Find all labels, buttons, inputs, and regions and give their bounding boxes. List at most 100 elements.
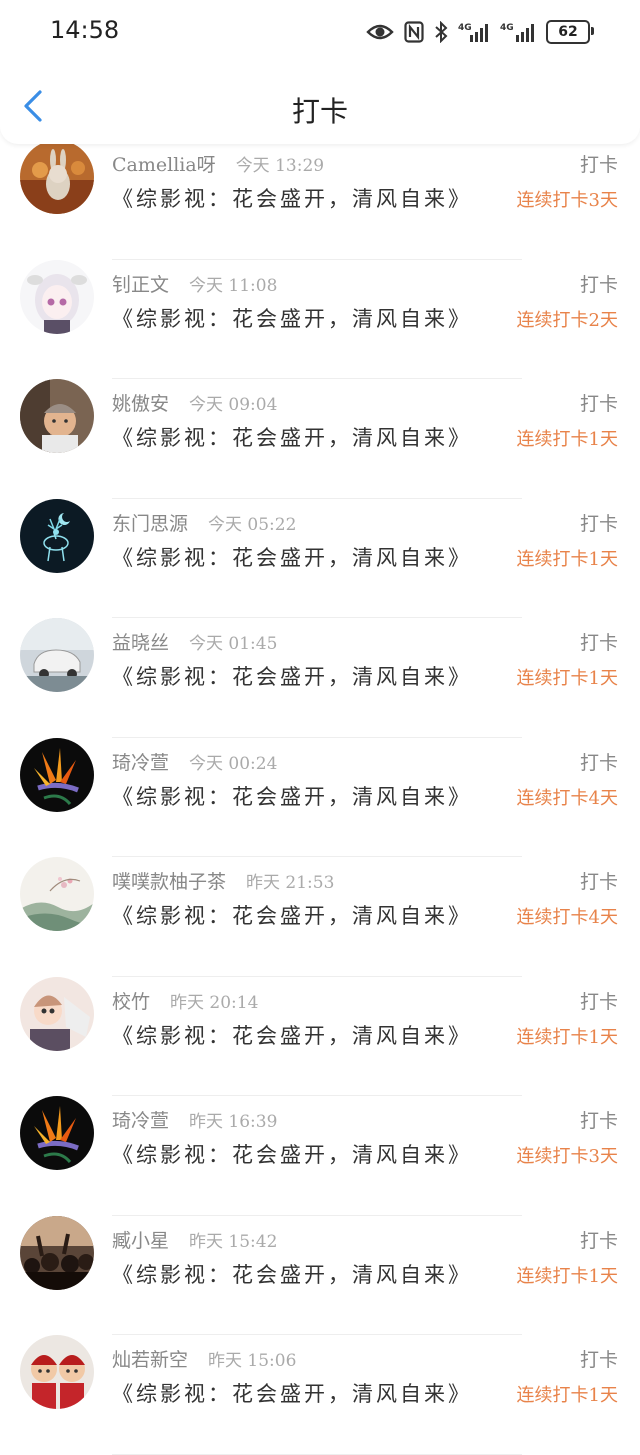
checkin-row[interactable]: 琦冷萱 昨天 16:39 《综影视：花会盛开，清风自来》 打卡 连续打卡3天 [0,1096,640,1216]
svg-text:4G: 4G [500,23,514,33]
bird-of-paradise-avatar[interactable] [20,737,94,812]
svg-text:4G: 4G [458,23,472,33]
checkin-label: 打卡 [579,1229,618,1252]
checkin-row[interactable]: 灿若新空 昨天 15:06 《综影视：花会盛开，清风自来》 打卡 连续打卡1天 [0,1335,640,1455]
streak-count: 连续打卡4天 [516,787,618,809]
checkin-time: 今天 01:45 [189,634,278,654]
checkin-time: 昨天 21:53 [246,873,335,893]
signal-4g-icon: 4G [458,21,490,43]
checkin-label: 打卡 [579,871,618,893]
bird-of-paradise-avatar[interactable] [20,1096,94,1170]
user-line: 臧小星 昨天 15:42 [112,1226,277,1253]
checkin-label: 打卡 [579,632,618,654]
book-title[interactable]: 《综影视：花会盛开，清风自来》 [112,1139,472,1169]
user-name[interactable]: 东门思源 [112,509,188,536]
checkin-label: 打卡 [579,273,618,296]
checkin-row[interactable]: Camellia呀 今天 13:29 《综影视：花会盛开，清风自来》 打卡 连续… [0,140,640,260]
book-title[interactable]: 《综影视：花会盛开，清风自来》 [112,542,472,572]
user-name[interactable]: 钊正文 [112,270,169,297]
checkin-row[interactable]: 琦冷萱 今天 00:24 《综影视：花会盛开，清风自来》 打卡 连续打卡4天 [0,737,640,858]
signal-4g-icon: 4G [500,21,536,43]
ink-painting-avatar[interactable] [20,857,94,931]
user-name[interactable]: 琦冷萱 [112,1106,169,1133]
book-title[interactable]: 《综影视：花会盛开，清风自来》 [112,1378,472,1408]
checkin-row[interactable]: 益晓丝 今天 01:45 《综影视：花会盛开，清风自来》 打卡 连续打卡1天 [0,618,640,738]
book-title[interactable]: 《综影视：花会盛开，清风自来》 [112,183,472,213]
streak-count: 连续打卡1天 [516,668,618,689]
user-name[interactable]: 噗噗款柚子茶 [112,867,226,894]
eye-icon [366,22,394,42]
status-icons: 4G 4G 62 [366,18,594,46]
anime-girl-avatar[interactable] [20,259,94,334]
status-bar: 14:58 4G 4G 62 [0,0,640,62]
streak-count: 连续打卡1天 [516,429,618,450]
battery-indicator: 62 [546,20,594,44]
dolls-avatar[interactable] [20,1335,94,1409]
checkin-row[interactable]: 校竹 昨天 20:14 《综影视：花会盛开，清风自来》 打卡 连续打卡1天 [0,976,640,1097]
book-title[interactable]: 《综影视：花会盛开，清风自来》 [112,1259,472,1289]
user-name[interactable]: 姚傲安 [112,389,169,416]
checkin-row[interactable]: 东门思源 今天 05:22 《综影视：花会盛开，清风自来》 打卡 连续打卡1天 [0,498,640,619]
streak-count: 连续打卡2天 [516,309,618,331]
user-line: 益晓丝 今天 01:45 [112,628,277,655]
user-line: 东门思源 今天 05:22 [112,509,296,536]
streak-count: 连续打卡1天 [516,1026,618,1048]
user-name[interactable]: 校竹 [112,987,150,1014]
checkin-time: 昨天 15:42 [189,1231,278,1252]
checkin-time: 昨天 16:39 [189,1112,278,1132]
streak-count: 连续打卡4天 [516,907,618,928]
user-line: 校竹 昨天 20:14 [112,987,258,1014]
user-name[interactable]: 灿若新空 [112,1345,188,1372]
user-name[interactable]: 益晓丝 [112,628,169,655]
user-line: 灿若新空 昨天 15:06 [112,1345,296,1372]
page-title: 打卡 [291,95,348,128]
anime-characters-avatar[interactable] [20,976,94,1051]
streak-count: 连续打卡1天 [516,1265,618,1287]
rabbit-figure-avatar[interactable] [20,140,94,214]
checkin-label: 打卡 [579,990,618,1013]
bluetooth-icon [434,21,448,43]
checkin-time: 今天 05:22 [208,514,297,535]
checkin-row[interactable]: 臧小星 昨天 15:42 《综影视：花会盛开，清风自来》 打卡 连续打卡1天 [0,1215,640,1336]
user-line: 钊正文 今天 11:08 [112,270,277,297]
checkin-label: 打卡 [579,1110,618,1132]
concert-crowd-avatar[interactable] [20,1215,94,1290]
checkin-row[interactable]: 噗噗款柚子茶 昨天 21:53 《综影视：花会盛开，清风自来》 打卡 连续打卡4… [0,857,640,977]
checkin-label: 打卡 [579,1349,618,1371]
user-name[interactable]: Camellia呀 [112,150,216,177]
streak-count: 连续打卡1天 [516,548,618,570]
user-line: 噗噗款柚子茶 昨天 21:53 [112,867,334,894]
streak-count: 连续打卡1天 [516,1385,618,1406]
checkin-row[interactable]: 姚傲安 今天 09:04 《综影视：花会盛开，清风自来》 打卡 连续打卡1天 [0,379,640,499]
white-car-avatar[interactable] [20,618,94,692]
nfc-icon [404,21,424,43]
user-name[interactable]: 臧小星 [112,1226,169,1253]
checkin-time: 昨天 15:06 [208,1351,297,1371]
checkin-label: 打卡 [579,512,618,535]
user-name[interactable]: 琦冷萱 [112,748,169,775]
checkin-row[interactable]: 钊正文 今天 11:08 《综影视：花会盛开，清风自来》 打卡 连续打卡2天 [0,259,640,380]
streak-count: 连续打卡3天 [516,1146,618,1167]
checkin-label: 打卡 [579,154,618,176]
checkin-label: 打卡 [579,751,618,774]
book-title[interactable]: 《综影视：花会盛开，清风自来》 [112,303,472,333]
header: 打卡 [0,60,640,144]
user-line: 姚傲安 今天 09:04 [112,389,277,416]
checkin-time: 今天 11:08 [189,275,278,296]
man-with-cap-avatar[interactable] [20,379,94,453]
book-title[interactable]: 《综影视：花会盛开，清风自来》 [112,781,472,811]
battery-level: 62 [558,24,578,40]
book-title[interactable]: 《综影视：花会盛开，清风自来》 [112,900,472,930]
glowing-deer-avatar[interactable] [20,498,94,573]
book-title[interactable]: 《综影视：花会盛开，清风自来》 [112,422,472,452]
checkin-label: 打卡 [579,393,618,415]
status-time: 14:58 [50,16,120,44]
checkin-list: Camellia呀 今天 13:29 《综影视：花会盛开，清风自来》 打卡 连续… [0,140,640,1455]
user-line: 琦冷萱 今天 00:24 [112,748,277,775]
book-title[interactable]: 《综影视：花会盛开，清风自来》 [112,661,472,691]
user-line: Camellia呀 今天 13:29 [112,150,324,177]
streak-count: 连续打卡3天 [516,190,618,211]
user-line: 琦冷萱 昨天 16:39 [112,1106,277,1133]
book-title[interactable]: 《综影视：花会盛开，清风自来》 [112,1020,472,1050]
checkin-time: 昨天 20:14 [170,992,259,1013]
